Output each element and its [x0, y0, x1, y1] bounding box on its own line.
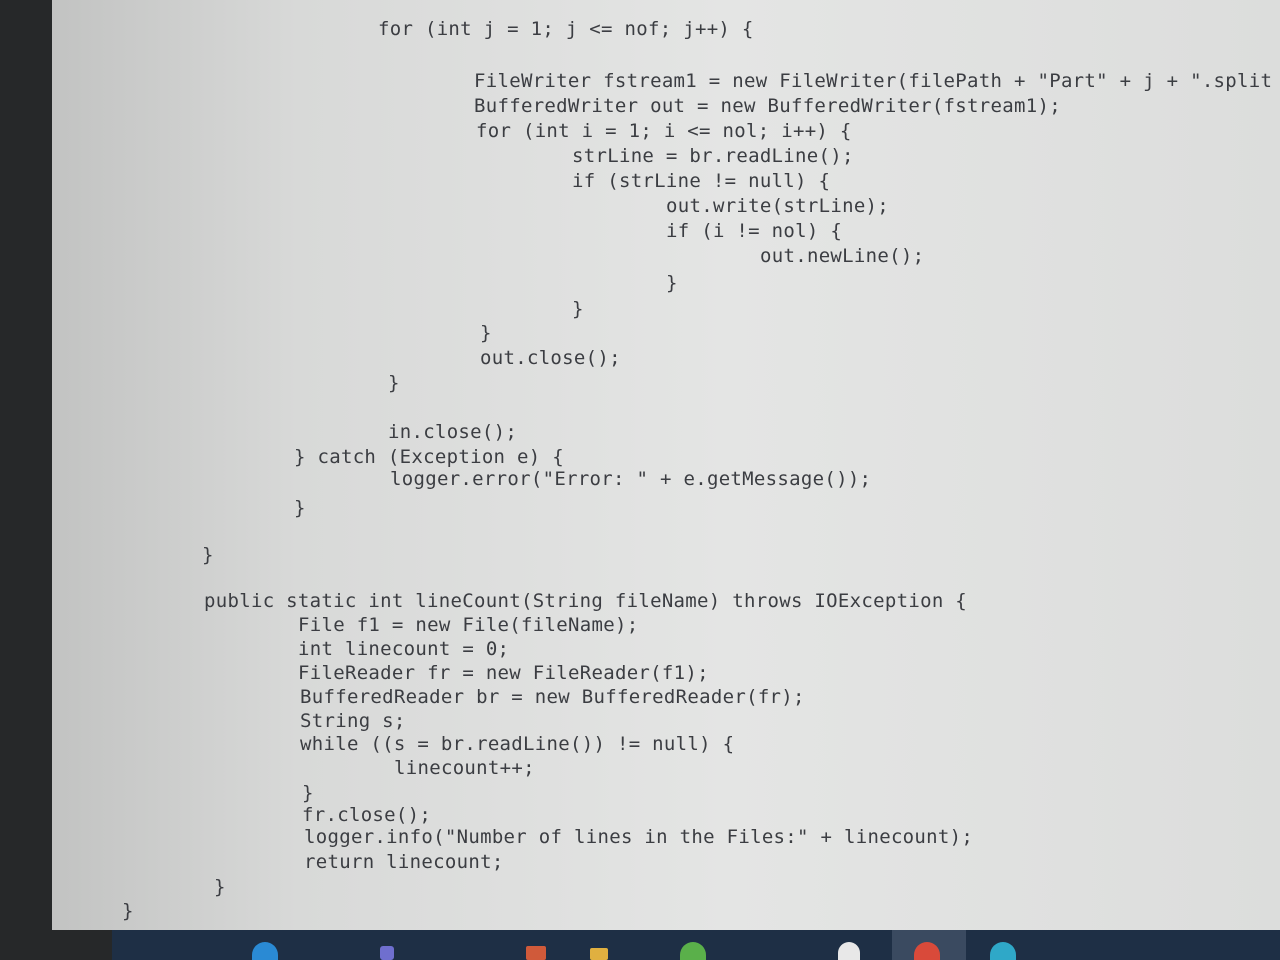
code-line: out.newLine();	[760, 245, 925, 267]
edge-icon[interactable]	[252, 942, 278, 960]
code-line: FileWriter fstream1 = new FileWriter(fil…	[474, 70, 1273, 92]
code-line: }	[202, 544, 214, 566]
code-line: if (strLine != null) {	[572, 170, 831, 192]
code-line: } catch (Exception e) {	[294, 446, 564, 468]
code-line: if (i != nol) {	[666, 220, 843, 242]
mail-icon[interactable]	[526, 946, 546, 960]
code-line: }	[480, 322, 492, 344]
file-explorer-icon[interactable]	[590, 948, 608, 960]
code-line: }	[122, 900, 134, 922]
code-line: in.close();	[388, 421, 518, 443]
code-line: String s;	[300, 710, 406, 732]
code-editor-screen: for (int j = 1; j <= nof; j++) { FileWri…	[52, 0, 1280, 930]
code-line: return linecount;	[304, 851, 504, 873]
settings-icon[interactable]	[680, 942, 706, 960]
code-line: BufferedWriter out = new BufferedWriter(…	[474, 95, 1061, 117]
code-line: out.close();	[480, 347, 621, 369]
code-line: }	[294, 497, 306, 519]
code-line: for (int i = 1; i <= nol; i++) {	[476, 120, 852, 142]
code-line: }	[214, 876, 226, 898]
code-line: while ((s = br.readLine()) != null) {	[300, 733, 735, 755]
code-line: int linecount = 0;	[298, 638, 510, 660]
code-line: public static int lineCount(String fileN…	[204, 590, 968, 612]
code-line: fr.close();	[302, 804, 432, 826]
code-line: }	[666, 272, 678, 294]
code-line: linecount++;	[394, 757, 535, 779]
code-line: strLine = br.readLine();	[572, 145, 854, 167]
code-line: FileReader fr = new FileReader(f1);	[298, 662, 709, 684]
code-line: File f1 = new File(fileName);	[298, 614, 639, 636]
code-line: logger.info("Number of lines in the File…	[304, 826, 974, 848]
edge-browser-icon[interactable]	[990, 942, 1016, 960]
photos-icon[interactable]	[838, 942, 860, 960]
taskbar	[112, 930, 1280, 960]
code-line: logger.error("Error: " + e.getMessage())…	[390, 468, 872, 490]
teams-icon[interactable]	[380, 946, 394, 960]
code-line: for (int j = 1; j <= nof; j++) {	[378, 18, 754, 40]
monitor-bezel: for (int j = 1; j <= nof; j++) { FileWri…	[0, 0, 1280, 960]
code-line: }	[302, 782, 314, 804]
code-line: BufferedReader br = new BufferedReader(f…	[300, 686, 805, 708]
code-line: }	[572, 298, 584, 320]
code-line: out.write(strLine);	[666, 195, 890, 217]
code-line: }	[388, 372, 400, 394]
